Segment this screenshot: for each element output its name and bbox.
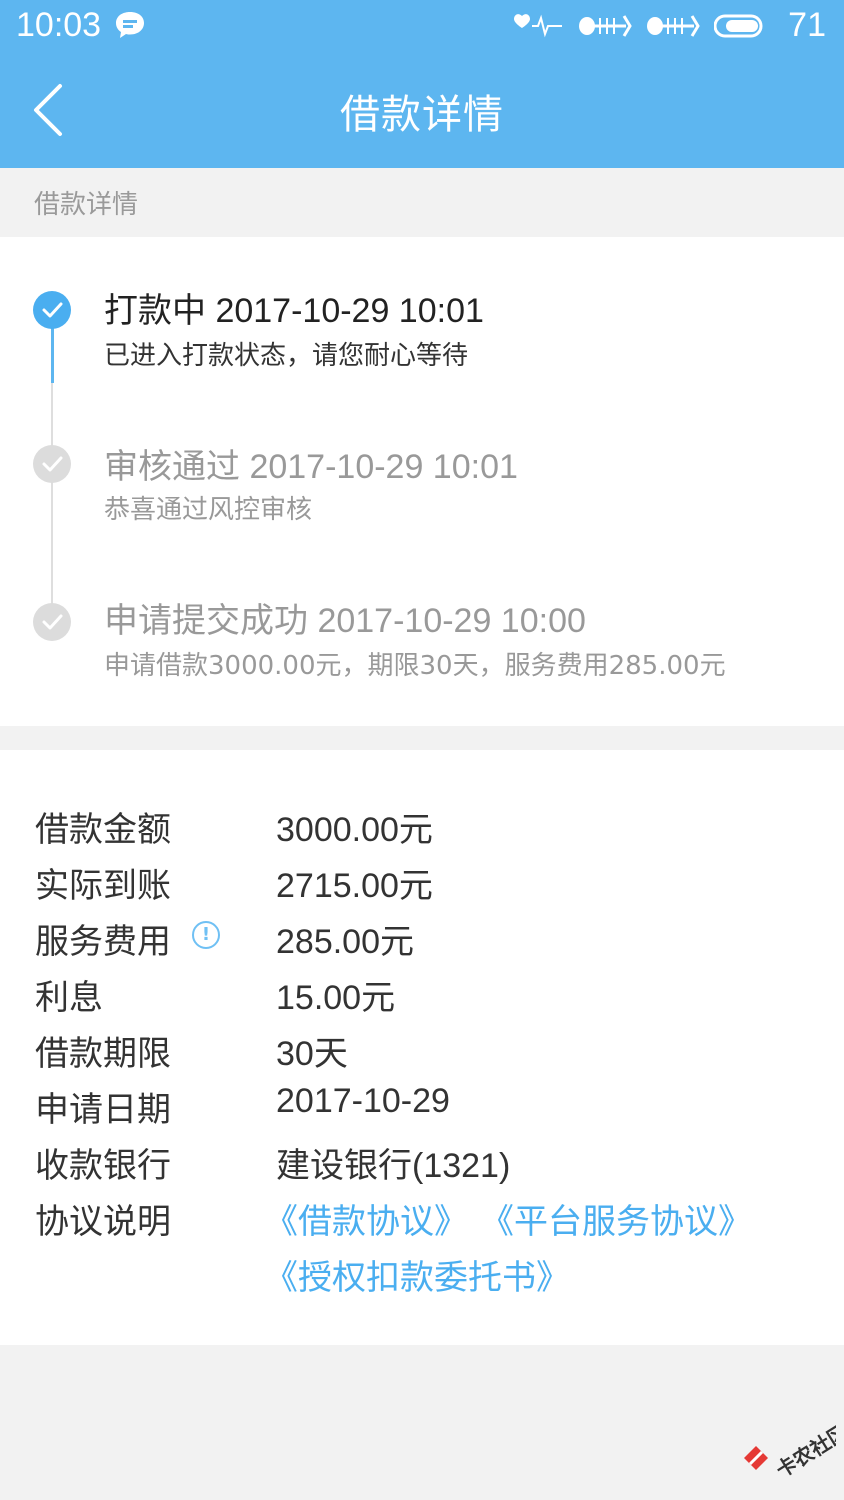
- term-value: 30天: [276, 1035, 348, 1073]
- check-icon: [33, 603, 71, 641]
- timeline-step-desc: 申请借款3000.00元，期限30天，服务费用285.00元: [104, 651, 726, 681]
- chat-notification-icon: [116, 12, 144, 38]
- date-value: 2017-10-29: [276, 1082, 450, 1120]
- heart-rate-icon: [514, 14, 562, 38]
- fee-value: 285.00元: [276, 923, 414, 961]
- page-title: 借款详情: [340, 92, 504, 138]
- date-label: 申请日期: [35, 1090, 171, 1130]
- section-label: 借款详情: [34, 190, 139, 220]
- fishbone-icon: [579, 15, 632, 37]
- svg-text:卡农社区: 卡农社区: [772, 1420, 836, 1483]
- check-icon: [33, 291, 71, 329]
- check-icon: [33, 445, 71, 483]
- amount-value: 3000.00元: [276, 811, 433, 849]
- amount-label: 借款金额: [35, 810, 171, 850]
- term-label: 借款期限: [35, 1034, 171, 1074]
- battery-level: 71: [788, 6, 826, 44]
- agreement-label: 协议说明: [35, 1202, 171, 1242]
- timeline-step-title: 申请提交成功 2017-10-29 10:00: [104, 602, 586, 640]
- info-icon[interactable]: !: [192, 921, 220, 949]
- battery-icon: [714, 14, 763, 38]
- top-bar: 10:03 71 借款详情: [0, 0, 844, 168]
- interest-label: 利息: [35, 978, 103, 1018]
- status-icons: [514, 10, 764, 42]
- status-time: 10:03: [16, 6, 102, 44]
- timeline-step-desc: 已进入打款状态，请您耐心等待: [104, 341, 469, 371]
- progress-timeline: 打款中 2017-10-29 10:01 已进入打款状态，请您耐心等待 审核通过…: [0, 237, 844, 726]
- watermark-logo: 卡农社区: [744, 1420, 836, 1483]
- received-label: 实际到账: [35, 866, 171, 906]
- debit-authorization-link[interactable]: 《授权扣款委托书》: [264, 1250, 570, 1299]
- bank-value: 建设银行(1321): [276, 1147, 511, 1185]
- timeline-step-desc: 恭喜通过风控审核: [104, 495, 313, 525]
- fee-label: 服务费用: [35, 922, 171, 962]
- timeline-step-title: 审核通过 2017-10-29 10:01: [104, 448, 518, 486]
- fishbone-icon: [647, 15, 700, 37]
- timeline-step-title: 打款中 2017-10-29 10:01: [104, 292, 484, 330]
- received-value: 2715.00元: [276, 867, 433, 905]
- loan-details: 借款金额 3000.00元 实际到账 2715.00元 服务费用 ! 285.0…: [0, 750, 844, 1345]
- loan-agreement-link[interactable]: 《借款协议》: [264, 1194, 468, 1243]
- platform-service-agreement-link[interactable]: 《平台服务协议》: [480, 1194, 752, 1243]
- timeline-line: [51, 383, 53, 623]
- bank-label: 收款银行: [35, 1146, 171, 1186]
- interest-value: 15.00元: [276, 979, 396, 1017]
